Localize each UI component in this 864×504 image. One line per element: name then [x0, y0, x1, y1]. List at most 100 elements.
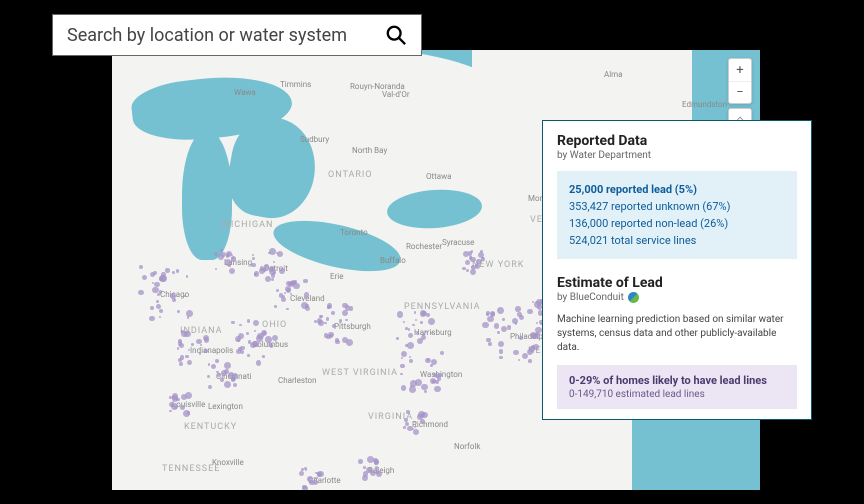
data-point[interactable]	[435, 380, 439, 384]
city-label[interactable]: Erie	[330, 272, 343, 281]
data-point[interactable]	[177, 347, 179, 349]
data-point[interactable]	[149, 316, 155, 322]
data-point[interactable]	[268, 252, 270, 254]
city-label[interactable]: Norfolk	[454, 442, 480, 451]
data-point[interactable]	[172, 271, 175, 274]
data-point[interactable]	[345, 319, 347, 321]
data-point[interactable]	[420, 321, 423, 324]
data-point[interactable]	[345, 305, 351, 311]
data-point[interactable]	[490, 311, 496, 317]
data-point[interactable]	[513, 350, 519, 356]
city-label[interactable]: Toronto	[340, 228, 368, 237]
data-point[interactable]	[497, 307, 504, 314]
data-point[interactable]	[535, 332, 540, 337]
data-point[interactable]	[335, 338, 339, 342]
data-point[interactable]	[221, 252, 226, 257]
data-point[interactable]	[286, 288, 291, 293]
data-point[interactable]	[240, 346, 244, 350]
data-point[interactable]	[179, 362, 183, 366]
zoom-out-button[interactable]: −	[729, 81, 751, 103]
data-point[interactable]	[262, 355, 265, 358]
data-point[interactable]	[277, 251, 283, 257]
data-point[interactable]	[203, 335, 209, 341]
data-point[interactable]	[179, 343, 184, 348]
data-point[interactable]	[417, 338, 423, 344]
data-point[interactable]	[138, 290, 143, 295]
city-label[interactable]: Richmond	[412, 420, 448, 429]
data-point[interactable]	[466, 269, 469, 272]
data-point[interactable]	[165, 268, 169, 272]
data-point[interactable]	[293, 283, 300, 290]
city-label[interactable]: Ottawa	[426, 172, 451, 181]
city-label[interactable]: Charleston	[278, 376, 317, 385]
data-point[interactable]	[482, 257, 484, 259]
data-point[interactable]	[281, 297, 286, 302]
data-point[interactable]	[403, 321, 405, 323]
data-point[interactable]	[220, 378, 224, 382]
data-point[interactable]	[420, 419, 425, 424]
data-point[interactable]	[251, 263, 255, 267]
data-point[interactable]	[172, 395, 178, 401]
data-point[interactable]	[339, 319, 342, 322]
city-label[interactable]: Indianapolis	[190, 346, 233, 355]
data-point[interactable]	[247, 354, 250, 357]
data-point[interactable]	[302, 486, 307, 490]
data-point[interactable]	[265, 336, 272, 343]
data-point[interactable]	[208, 363, 210, 365]
data-point[interactable]	[186, 310, 193, 317]
city-label[interactable]: Buffalo	[380, 256, 406, 265]
data-point[interactable]	[421, 311, 426, 316]
data-point[interactable]	[527, 309, 533, 315]
data-point[interactable]	[498, 341, 504, 347]
data-point[interactable]	[236, 349, 241, 354]
data-point[interactable]	[169, 402, 174, 407]
data-point[interactable]	[240, 350, 244, 354]
data-point[interactable]	[185, 392, 192, 399]
data-point[interactable]	[159, 277, 163, 281]
data-point[interactable]	[274, 305, 277, 308]
data-point[interactable]	[376, 470, 379, 473]
city-label[interactable]: Rochester	[406, 242, 442, 251]
data-point[interactable]	[397, 311, 404, 318]
data-point[interactable]	[519, 336, 523, 340]
city-label[interactable]: Alma	[604, 70, 623, 79]
data-point[interactable]	[471, 266, 473, 268]
data-point[interactable]	[271, 278, 274, 281]
data-point[interactable]	[515, 306, 520, 311]
data-point[interactable]	[465, 260, 470, 265]
data-point[interactable]	[462, 267, 465, 270]
city-label[interactable]: Pittsburgh	[334, 322, 371, 331]
data-point[interactable]	[257, 333, 264, 340]
data-point[interactable]	[400, 364, 405, 369]
data-point[interactable]	[488, 342, 492, 346]
data-point[interactable]	[499, 356, 502, 359]
data-point[interactable]	[531, 345, 535, 349]
data-point[interactable]	[279, 268, 285, 274]
data-point[interactable]	[188, 349, 190, 351]
data-point[interactable]	[424, 390, 427, 393]
data-point[interactable]	[169, 410, 171, 412]
city-label[interactable]: Syracuse	[442, 238, 474, 247]
data-point[interactable]	[502, 318, 505, 321]
data-point[interactable]	[286, 308, 289, 311]
data-point[interactable]	[152, 287, 159, 294]
data-point[interactable]	[396, 337, 399, 340]
data-point[interactable]	[252, 257, 255, 260]
zoom-in-button[interactable]: +	[729, 59, 751, 81]
search-icon[interactable]	[385, 24, 407, 46]
data-point[interactable]	[528, 359, 532, 363]
data-point[interactable]	[414, 311, 416, 313]
data-point[interactable]	[428, 318, 435, 325]
data-point[interactable]	[507, 325, 511, 329]
data-point[interactable]	[170, 293, 176, 299]
data-point[interactable]	[211, 364, 216, 369]
city-label[interactable]: Edmundston	[682, 100, 727, 109]
city-label[interactable]: Sudbury	[300, 135, 329, 144]
data-point[interactable]	[215, 268, 217, 270]
data-point[interactable]	[228, 372, 234, 378]
data-point[interactable]	[186, 275, 188, 277]
city-label[interactable]: Wawa	[234, 88, 256, 97]
data-point[interactable]	[326, 317, 329, 320]
data-point[interactable]	[247, 319, 250, 322]
city-label[interactable]: North Bay	[352, 146, 387, 155]
